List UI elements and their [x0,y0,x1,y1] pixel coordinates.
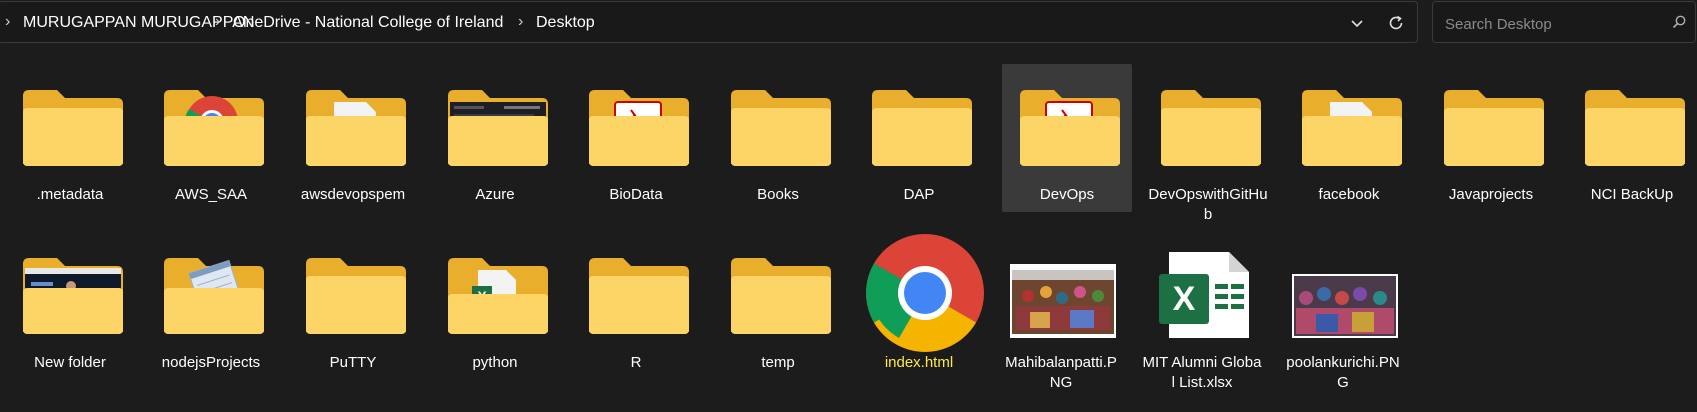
breadcrumb-onedrive[interactable]: OneDrive - National College of Ireland [233,14,503,32]
folder-item[interactable]: nodejsProjects [146,232,276,380]
folder-item[interactable]: DevOpswithGitHub [1143,64,1273,223]
item-label: PuTTY [329,354,377,371]
folder-icon [731,258,831,334]
breadcrumb-separator[interactable]: › [518,13,523,31]
search-box[interactable] [1432,1,1696,43]
folder-icon [872,90,972,166]
item-label: python [472,354,518,371]
folder-item[interactable]: DAP [854,64,984,212]
item-label: R [630,354,642,371]
folder-excel-preview-icon: X [448,258,548,334]
folder-pdf-preview-icon [589,90,689,166]
item-label: Azure [475,186,515,203]
refresh-button[interactable] [1383,10,1409,36]
item-label: BioData [609,186,663,203]
item-label: NCI BackUp [1590,186,1674,203]
image-thumbnail-icon [1292,274,1398,338]
file-item[interactable]: poolankurichi.PNG [1278,232,1408,391]
folder-item[interactable]: BioData [571,64,701,212]
breadcrumb-separator[interactable]: › [215,13,220,31]
folder-icon [1161,90,1261,166]
file-item[interactable]: Mahibalanpatti.PNG [996,232,1126,391]
address-bar[interactable]: › MURUGAPPAN MURUGAPPAN › OneDrive - Nat… [0,1,1418,43]
folder-icon [1444,90,1544,166]
folder-item[interactable]: New folder [5,232,135,380]
folder-item[interactable]: Books [713,64,843,212]
folder-document-preview-icon [306,90,406,166]
folder-icon [306,258,406,334]
folder-notepad-preview-icon [164,258,264,334]
folder-item-selected[interactable]: DevOps [1002,64,1132,212]
folder-icon [589,258,689,334]
folder-icon [1585,90,1685,166]
refresh-icon [1389,15,1403,30]
chrome-icon [866,234,984,352]
item-label: MIT Alumni Global List.xlsx [1142,354,1262,391]
svg-text:X: X [1173,280,1196,318]
item-label: AWS_SAA [175,186,247,203]
folder-item[interactable]: R [571,232,701,380]
folder-item[interactable]: PuTTY [288,232,418,380]
item-label: temp [761,354,795,371]
folder-item[interactable]: Javaprojects [1426,64,1556,212]
file-item[interactable]: index.html [854,232,984,380]
folder-icon [23,90,123,166]
item-label: poolankurichi.PNG [1286,354,1400,391]
folder-item[interactable]: X python [430,232,560,380]
folder-item[interactable]: .metadata [5,64,135,212]
item-label: nodejsProjects [161,354,261,371]
folder-pdf-preview-icon [1020,90,1120,166]
folder-item[interactable]: Azure [430,64,560,212]
image-thumbnail-icon [1010,264,1116,338]
folder-document-preview-icon [1302,90,1402,166]
item-label: DevOps [1039,186,1095,203]
file-item[interactable]: X MIT Alumni Global List.xlsx [1137,232,1267,391]
item-label: Books [757,186,799,203]
folder-item[interactable]: AWS_SAA [146,64,276,212]
folder-video-preview-icon [23,258,123,334]
item-label: DevOpswithGitHub [1148,186,1268,223]
item-label: New folder [34,354,106,371]
folder-icon [731,90,831,166]
history-dropdown-button[interactable] [1344,10,1370,36]
item-label: awsdevopspem [300,186,406,203]
item-label: facebook [1318,186,1380,203]
folder-item[interactable]: NCI BackUp [1567,64,1697,212]
excel-file-icon: X [1159,252,1249,338]
search-input[interactable] [1443,11,1662,37]
item-label: .metadata [36,186,104,203]
folder-screenshot-preview-icon [448,90,548,166]
item-label: DAP [903,186,935,203]
search-icon [1672,15,1686,29]
breadcrumb-separator[interactable]: › [5,13,10,31]
folder-item[interactable]: temp [713,232,843,380]
item-label: Javaprojects [1448,186,1534,203]
chevron-down-icon [1351,20,1363,28]
folder-chrome-preview-icon [164,90,264,166]
folder-item[interactable]: facebook [1284,64,1414,212]
breadcrumb-desktop[interactable]: Desktop [536,14,595,32]
item-label: Mahibalanpatti.PNG [1005,354,1117,391]
item-label: index.html [884,354,954,371]
folder-item[interactable]: awsdevopspem [288,64,418,212]
